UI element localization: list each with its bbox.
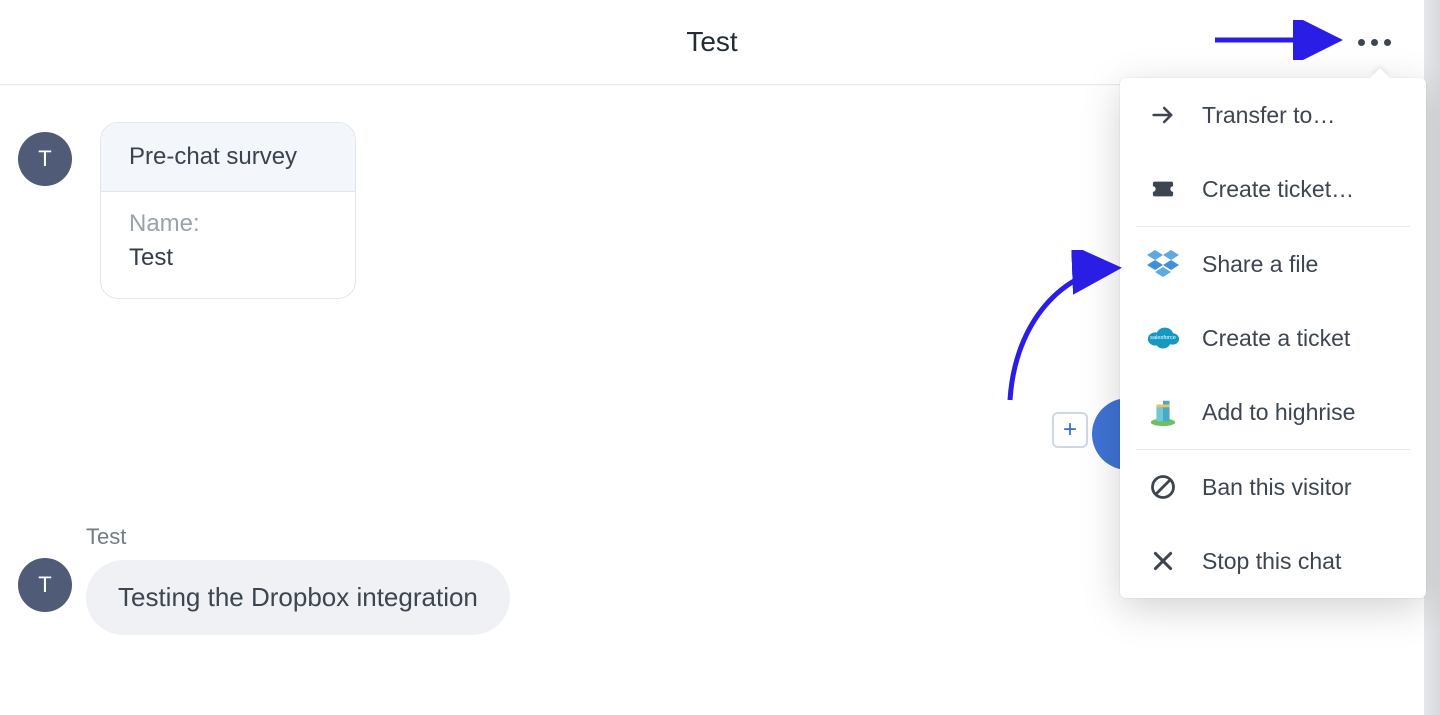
more-options-menu: Transfer to… Create ticket… Share a file <box>1120 78 1426 598</box>
menu-item-transfer[interactable]: Transfer to… <box>1120 78 1426 152</box>
chat-header: Test <box>0 0 1424 85</box>
menu-item-label: Create a ticket <box>1202 325 1350 352</box>
highrise-icon <box>1146 395 1180 429</box>
menu-item-label: Stop this chat <box>1202 548 1341 575</box>
dropbox-icon <box>1146 247 1180 281</box>
menu-item-create-ticket[interactable]: Create ticket… <box>1120 152 1426 226</box>
menu-item-ban-visitor[interactable]: Ban this visitor <box>1120 450 1426 524</box>
ticket-icon <box>1146 172 1180 206</box>
menu-item-stop-chat[interactable]: Stop this chat <box>1120 524 1426 598</box>
dots-icon <box>1358 39 1365 46</box>
close-icon <box>1146 544 1180 578</box>
chat-title: Test <box>686 26 737 58</box>
svg-text:salesforce: salesforce <box>1150 335 1176 341</box>
dots-icon <box>1384 39 1391 46</box>
menu-item-label: Share a file <box>1202 251 1318 278</box>
plus-icon: + <box>1063 418 1077 442</box>
avatar: T <box>18 558 72 612</box>
avatar-initial: T <box>38 572 51 598</box>
menu-item-salesforce-ticket[interactable]: salesforce Create a ticket <box>1120 301 1426 375</box>
add-button[interactable]: + <box>1052 412 1088 448</box>
survey-name-value: Test <box>129 244 327 272</box>
avatar-initial: T <box>38 146 51 172</box>
card-heading: Pre-chat survey <box>101 123 355 192</box>
menu-item-add-highrise[interactable]: Add to highrise <box>1120 375 1426 449</box>
message-sender: Test <box>86 524 126 550</box>
arrow-right-icon <box>1146 98 1180 132</box>
message-bubble: Testing the Dropbox integration <box>86 560 510 635</box>
dots-icon <box>1371 39 1378 46</box>
prechat-survey-card: Pre-chat survey Name: Test <box>100 122 356 299</box>
menu-item-label: Add to highrise <box>1202 399 1355 426</box>
menu-item-share-file[interactable]: Share a file <box>1120 227 1426 301</box>
survey-name-label: Name: <box>129 210 327 238</box>
menu-item-label: Ban this visitor <box>1202 474 1352 501</box>
menu-item-label: Create ticket… <box>1202 176 1354 203</box>
avatar: T <box>18 132 72 186</box>
message-text: Testing the Dropbox integration <box>118 582 478 612</box>
window-scrollbar[interactable] <box>1424 0 1440 715</box>
salesforce-icon: salesforce <box>1146 321 1180 355</box>
ban-icon <box>1146 470 1180 504</box>
menu-item-label: Transfer to… <box>1202 102 1335 129</box>
